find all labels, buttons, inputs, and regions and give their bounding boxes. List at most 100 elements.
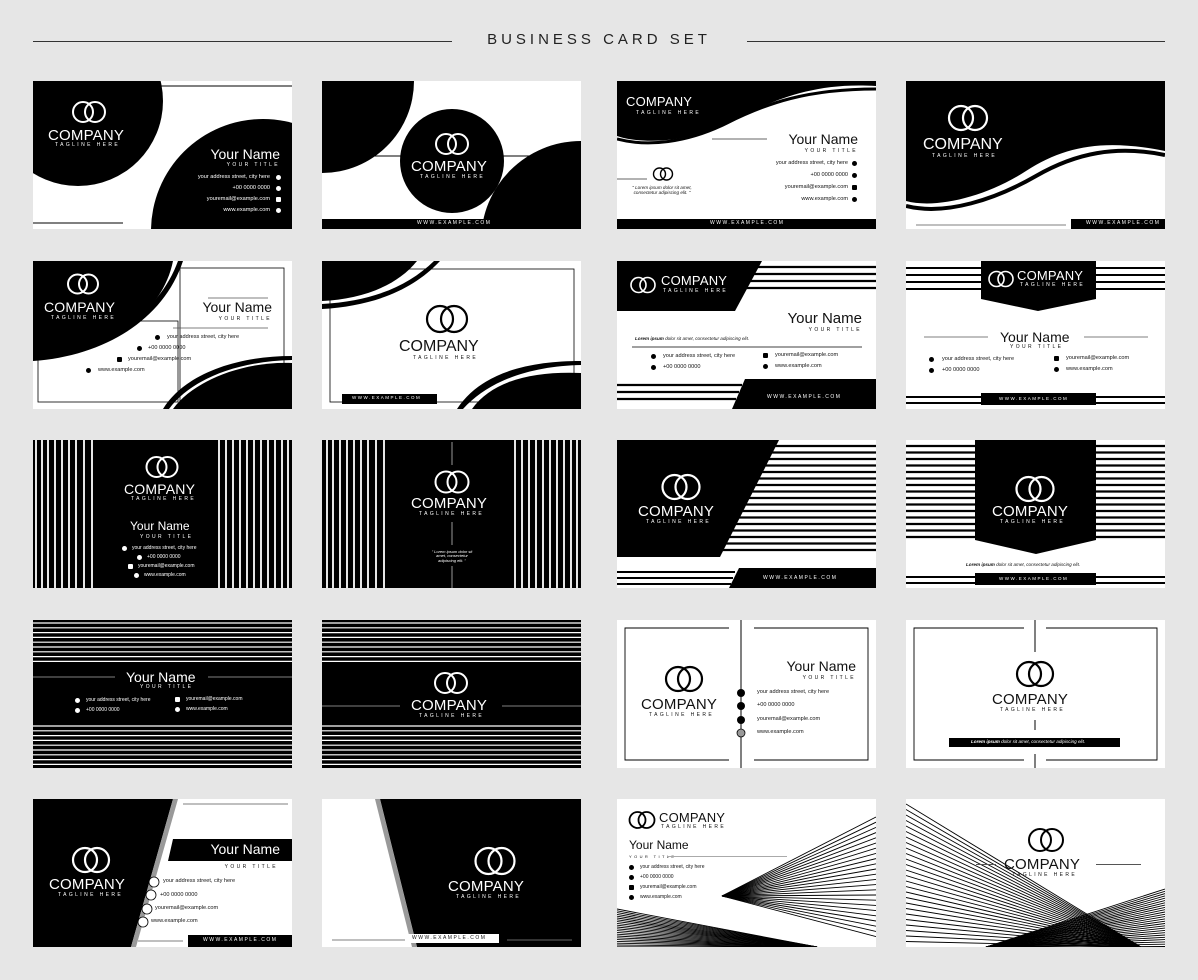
website-caps: WWW.EXAMPLE.COM	[412, 935, 487, 941]
company-name: COMPANY	[626, 94, 693, 109]
phone-icon	[929, 368, 934, 373]
decorative-line	[721, 826, 876, 897]
business-card-back-horizontal-stripes: COMPANY TAGLINE HERE	[322, 620, 581, 768]
map-pin-icon	[929, 357, 934, 362]
globe-icon	[140, 919, 146, 925]
website-text: www.example.com	[223, 207, 270, 213]
logo-rings-icon	[1028, 828, 1064, 852]
phone-text: +00 0000 0000	[160, 892, 198, 898]
tagline: TAGLINE HERE	[661, 824, 727, 830]
decorative-line	[985, 946, 1165, 947]
email-text: youremail@example.com	[138, 563, 195, 569]
divider-left	[976, 864, 996, 865]
map-pin-icon	[151, 879, 157, 885]
company-name: COMPANY	[44, 299, 116, 315]
map-pin-icon	[738, 690, 744, 696]
lorem-line: Lorem ipsum dolor sit amet, consectetur …	[635, 336, 750, 342]
website-text: www.example.com	[186, 706, 228, 712]
header-rule-right	[747, 41, 1165, 42]
globe-icon	[276, 208, 281, 213]
globe-icon	[629, 895, 634, 900]
phone-icon	[137, 555, 142, 560]
envelope-icon	[175, 697, 180, 702]
company-name: COMPANY	[923, 136, 1003, 153]
website-text: www.example.com	[775, 363, 822, 369]
person-title: YOUR TITLE	[802, 675, 856, 681]
email-text: youremail@example.com	[757, 716, 821, 722]
person-name: Your Name	[788, 131, 858, 147]
phone-text: +00 0000 0000	[148, 345, 186, 351]
logo-rings-icon	[661, 473, 701, 501]
website-text: www.example.com	[151, 918, 198, 924]
person-title: YOUR TITLE	[808, 327, 862, 333]
globe-icon	[175, 707, 180, 712]
lorem-rest: dolor sit amet, consectetur adipiscing e…	[665, 336, 750, 341]
company-name: COMPANY	[399, 338, 479, 355]
company-name: COMPANY	[992, 691, 1069, 708]
globe-icon	[763, 364, 768, 369]
tagline: TAGLINE HERE	[55, 142, 121, 148]
tagline: TAGLINE HERE	[649, 712, 715, 718]
business-card-back-circle-arcs: COMPANY TAGLINE HERE WWW.EXAMPLE.COM	[322, 81, 581, 229]
website-text: www.example.com	[640, 894, 682, 900]
tagline: TAGLINE HERE	[51, 315, 117, 321]
person-name: Your Name	[629, 838, 689, 852]
tagline: TAGLINE HERE	[1000, 519, 1066, 525]
business-card-back-swoosh: COMPANY TAGLINE HERE WWW.EXAMPLE.COM	[322, 261, 581, 409]
website-caps: WWW.EXAMPLE.COM	[710, 220, 785, 226]
website-caps: WWW.EXAMPLE.COM	[352, 395, 422, 400]
website-text: www.example.com	[144, 572, 186, 578]
person-name: Your Name	[1000, 329, 1070, 345]
company-name: COMPANY	[411, 495, 488, 512]
phone-text: +00 0000 0000	[810, 172, 849, 178]
company-name: COMPANY	[448, 878, 525, 895]
tagline: TAGLINE HERE	[420, 174, 486, 180]
logo-rings-icon	[435, 133, 469, 155]
address-text: your address street, city here	[757, 689, 830, 695]
envelope-icon	[1054, 356, 1059, 361]
logo-rings-icon	[72, 101, 106, 123]
address-text: your address street, city here	[163, 878, 236, 884]
card-graphics	[322, 261, 581, 409]
tagline: TAGLINE HERE	[646, 519, 712, 525]
phone-icon	[276, 186, 281, 191]
globe-icon	[738, 730, 744, 736]
business-card-front-slanted-split: COMPANY TAGLINE HERE Your Name YOUR TITL…	[33, 799, 292, 947]
website-caps: WWW.EXAMPLE.COM	[1086, 220, 1161, 226]
email-text: youremail@example.com	[640, 884, 697, 890]
email-text: youremail@example.com	[775, 352, 839, 358]
website-caps: WWW.EXAMPLE.COM	[999, 576, 1069, 581]
address-text: your address street, city here	[663, 353, 736, 359]
business-card-front-minimal-frame: COMPANY TAGLINE HERE Your Name YOUR TITL…	[617, 620, 876, 768]
card-graphics	[624, 620, 869, 768]
company-name: COMPANY	[992, 503, 1069, 520]
decorative-line	[721, 868, 876, 897]
lorem-bold: Lorem ipsum	[971, 739, 1000, 744]
person-title: YOUR TITLE	[226, 162, 280, 168]
logo-rings-icon	[67, 273, 99, 295]
lorem-bold: Lorem ipsum	[966, 562, 995, 567]
website-caps: WWW.EXAMPLE.COM	[763, 575, 838, 581]
logo-rings-icon	[664, 665, 704, 693]
phone-text: +00 0000 0000	[640, 874, 674, 880]
business-card-front-line-fan: COMPANY TAGLINE HERE Your Name YOUR TITL…	[617, 799, 876, 947]
decorative-line	[906, 814, 1142, 947]
business-card-front-vertical-stripes: COMPANY TAGLINE HERE Your Name YOUR TITL…	[33, 440, 292, 588]
company-name: COMPANY	[1017, 268, 1084, 283]
person-name: Your Name	[202, 299, 272, 315]
decorative-line	[721, 895, 876, 917]
company-name: COMPANY	[411, 697, 488, 714]
email-text: youremail@example.com	[1066, 355, 1130, 361]
logo-rings-icon	[425, 304, 469, 334]
envelope-icon	[738, 717, 744, 723]
map-pin-icon	[651, 354, 656, 359]
business-card-front-horizontal-stripes: Your Name YOUR TITLE your address street…	[33, 620, 292, 768]
business-card-back-minimal-frame: COMPANY TAGLINE HERE Lorem ipsum dolor s…	[906, 620, 1165, 768]
logo-rings-icon	[71, 846, 111, 874]
business-card-front-diagonal-stripes: COMPANY TAGLINE HERE WWW.EXAMPLE.COM	[617, 440, 876, 588]
tagline: TAGLINE HERE	[419, 713, 485, 719]
globe-icon	[134, 573, 139, 578]
company-name: COMPANY	[659, 810, 726, 825]
lorem-line: Lorem ipsum dolor sit amet, consectetur …	[971, 739, 1085, 745]
business-card-back-line-fan: COMPANY TAGLINE HERE	[906, 799, 1165, 947]
